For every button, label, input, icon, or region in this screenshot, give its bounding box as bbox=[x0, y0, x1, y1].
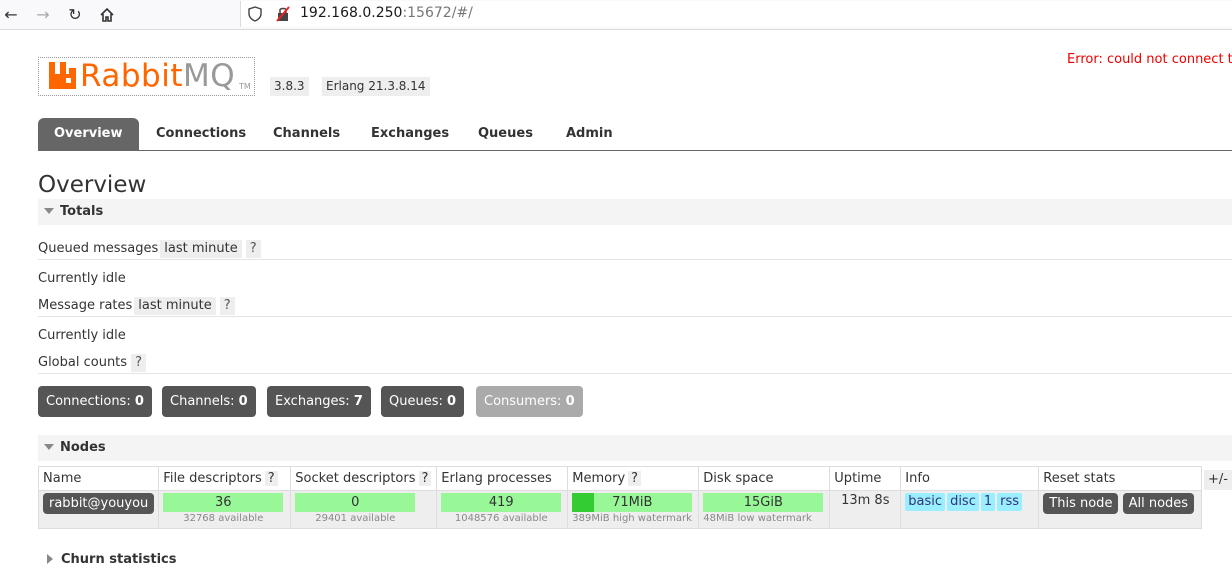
home-icon[interactable] bbox=[96, 4, 118, 26]
nodes-table: Name File descriptors? Socket descriptor… bbox=[37, 466, 1203, 529]
exchanges-count-button[interactable]: Exchanges: 7 bbox=[267, 386, 371, 417]
column-header-info: Info bbox=[900, 466, 1040, 491]
info-cell: basic disc 1 rss bbox=[900, 490, 1040, 529]
erlang-processes-cell: 419 1048576 available bbox=[436, 490, 569, 529]
help-icon[interactable]: ? bbox=[245, 240, 261, 258]
help-icon[interactable]: ? bbox=[219, 297, 235, 315]
tab-admin[interactable]: Admin bbox=[566, 118, 613, 150]
reset-stats-cell: This node All nodes bbox=[1038, 490, 1203, 529]
erlang-processes-available: 1048576 available bbox=[454, 513, 548, 524]
rabbit-logo-icon bbox=[49, 62, 76, 93]
table-row: rabbit@youyou 36 32768 available 0 29401… bbox=[37, 490, 1203, 529]
message-rates-status: Currently idle bbox=[38, 328, 126, 343]
help-icon[interactable]: ? bbox=[131, 354, 146, 372]
collapse-triangle-icon bbox=[44, 207, 54, 214]
connections-count-button[interactable]: Connections: 0 bbox=[38, 386, 152, 417]
logo-trademark: TM bbox=[239, 82, 251, 91]
node-name-cell: rabbit@youyou bbox=[37, 490, 160, 529]
column-header-reset-stats: Reset stats bbox=[1038, 466, 1203, 491]
column-header-name: Name bbox=[37, 466, 160, 491]
column-header-memory: Memory? bbox=[567, 466, 700, 491]
reset-all-nodes-button[interactable]: All nodes bbox=[1122, 493, 1195, 514]
info-badge-disc[interactable]: disc bbox=[947, 493, 979, 511]
back-arrow-icon[interactable]: ← bbox=[0, 4, 22, 26]
help-icon[interactable]: ? bbox=[628, 471, 642, 486]
forward-arrow-icon[interactable]: → bbox=[32, 4, 54, 26]
memory-bar: 71MiB bbox=[572, 493, 693, 512]
memory-bar-fill bbox=[572, 493, 594, 512]
global-counts-row: Global counts? bbox=[38, 352, 1232, 374]
disk-watermark: 48MiB low watermark bbox=[703, 513, 812, 524]
channels-count-button[interactable]: Channels: 0 bbox=[162, 386, 256, 417]
url-path: :15672/#/ bbox=[402, 5, 473, 21]
reset-this-node-button[interactable]: This node bbox=[1043, 493, 1119, 514]
message-rates-row: Message rates last minute? bbox=[38, 295, 1232, 317]
reload-icon[interactable]: ↻ bbox=[64, 4, 86, 26]
queues-count-button[interactable]: Queues: 0 bbox=[381, 386, 465, 417]
connection-error-message: Error: could not connect to bbox=[1067, 52, 1232, 67]
uptime-cell: 13m 8s bbox=[829, 490, 902, 529]
uptime-value: 13m 8s bbox=[841, 493, 890, 508]
info-badge-count[interactable]: 1 bbox=[980, 493, 996, 511]
help-icon[interactable]: ? bbox=[418, 471, 432, 486]
logo-wordmark: RabbitMQ bbox=[80, 58, 236, 94]
churn-statistics-header[interactable]: Churn statistics bbox=[38, 550, 177, 570]
consumers-count-button[interactable]: Consumers: 0 bbox=[476, 386, 583, 417]
url-text[interactable]: 192.168.0.250:15672/#/ bbox=[300, 5, 473, 21]
info-badge-basic[interactable]: basic bbox=[905, 493, 946, 511]
url-host: 192.168.0.250 bbox=[300, 5, 403, 21]
expand-triangle-icon bbox=[47, 553, 53, 564]
tab-channels[interactable]: Channels bbox=[273, 118, 340, 150]
file-descriptors-cell: 36 32768 available bbox=[158, 490, 292, 529]
totals-section-header[interactable]: Totals bbox=[38, 199, 1232, 225]
queued-messages-status: Currently idle bbox=[38, 271, 126, 286]
tab-queues[interactable]: Queues bbox=[478, 118, 533, 150]
shield-icon[interactable] bbox=[248, 6, 262, 26]
help-icon[interactable]: ? bbox=[264, 471, 278, 486]
rates-range-selector[interactable]: last minute bbox=[134, 297, 216, 315]
collapse-triangle-icon bbox=[44, 443, 54, 450]
table-header-row: Name File descriptors? Socket descriptor… bbox=[37, 466, 1203, 491]
file-descriptors-available: 32768 available bbox=[183, 513, 264, 524]
column-header-uptime: Uptime bbox=[829, 466, 902, 491]
column-toggle-button[interactable]: +/- bbox=[1204, 470, 1232, 490]
socket-descriptors-bar: 0 bbox=[295, 493, 416, 512]
memory-watermark: 389MiB high watermark bbox=[572, 513, 692, 524]
disk-space-cell: 15GiB 48MiB low watermark bbox=[698, 490, 831, 529]
column-header-erlang-processes: Erlang processes bbox=[436, 466, 569, 491]
info-badge-rss[interactable]: rss bbox=[997, 493, 1023, 511]
queued-range-selector[interactable]: last minute bbox=[160, 240, 242, 258]
node-name-link[interactable]: rabbit@youyou bbox=[43, 493, 155, 514]
socket-descriptors-available: 29401 available bbox=[315, 513, 396, 524]
file-descriptors-bar: 36 bbox=[163, 493, 284, 512]
column-header-disk-space: Disk space bbox=[698, 466, 831, 491]
column-header-file-descriptors: File descriptors? bbox=[158, 466, 292, 491]
column-header-socket-descriptors: Socket descriptors? bbox=[290, 466, 438, 491]
disk-space-bar: 15GiB bbox=[703, 493, 824, 512]
erlang-processes-bar: 419 bbox=[441, 493, 562, 512]
socket-descriptors-cell: 0 29401 available bbox=[290, 490, 438, 529]
tab-overview[interactable]: Overview bbox=[38, 118, 139, 150]
version-badge: 3.8.3 bbox=[270, 77, 309, 96]
tabs-divider bbox=[38, 150, 1232, 151]
tab-exchanges[interactable]: Exchanges bbox=[371, 118, 449, 150]
insecure-lock-icon[interactable] bbox=[276, 6, 290, 26]
nodes-section-header[interactable]: Nodes bbox=[38, 435, 1232, 461]
page-title: Overview bbox=[38, 172, 147, 198]
queued-messages-row: Queued messages last minute? bbox=[38, 238, 1232, 260]
memory-cell: 71MiB 389MiB high watermark bbox=[567, 490, 700, 529]
tab-connections[interactable]: Connections bbox=[156, 118, 246, 150]
erlang-version-badge: Erlang 21.3.8.14 bbox=[322, 77, 430, 96]
